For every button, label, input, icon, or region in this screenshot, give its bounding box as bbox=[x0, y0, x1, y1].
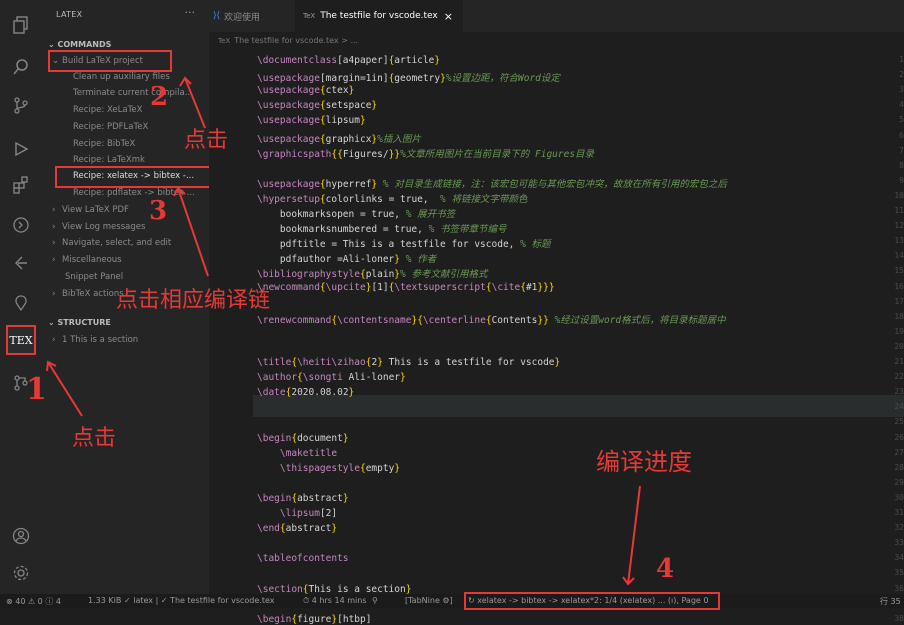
arrow-step-4 bbox=[627, 485, 641, 585]
annotation-arrows bbox=[46, 76, 641, 586]
arrow-step-2-head bbox=[179, 76, 192, 87]
arrow-step-3 bbox=[177, 187, 209, 277]
line-number: 38 bbox=[894, 613, 904, 623]
arrow-step-2 bbox=[184, 77, 206, 129]
arrow-step-1 bbox=[47, 361, 83, 417]
code-line[interactable]: \begin{figure}[htbp] bbox=[257, 614, 371, 625]
